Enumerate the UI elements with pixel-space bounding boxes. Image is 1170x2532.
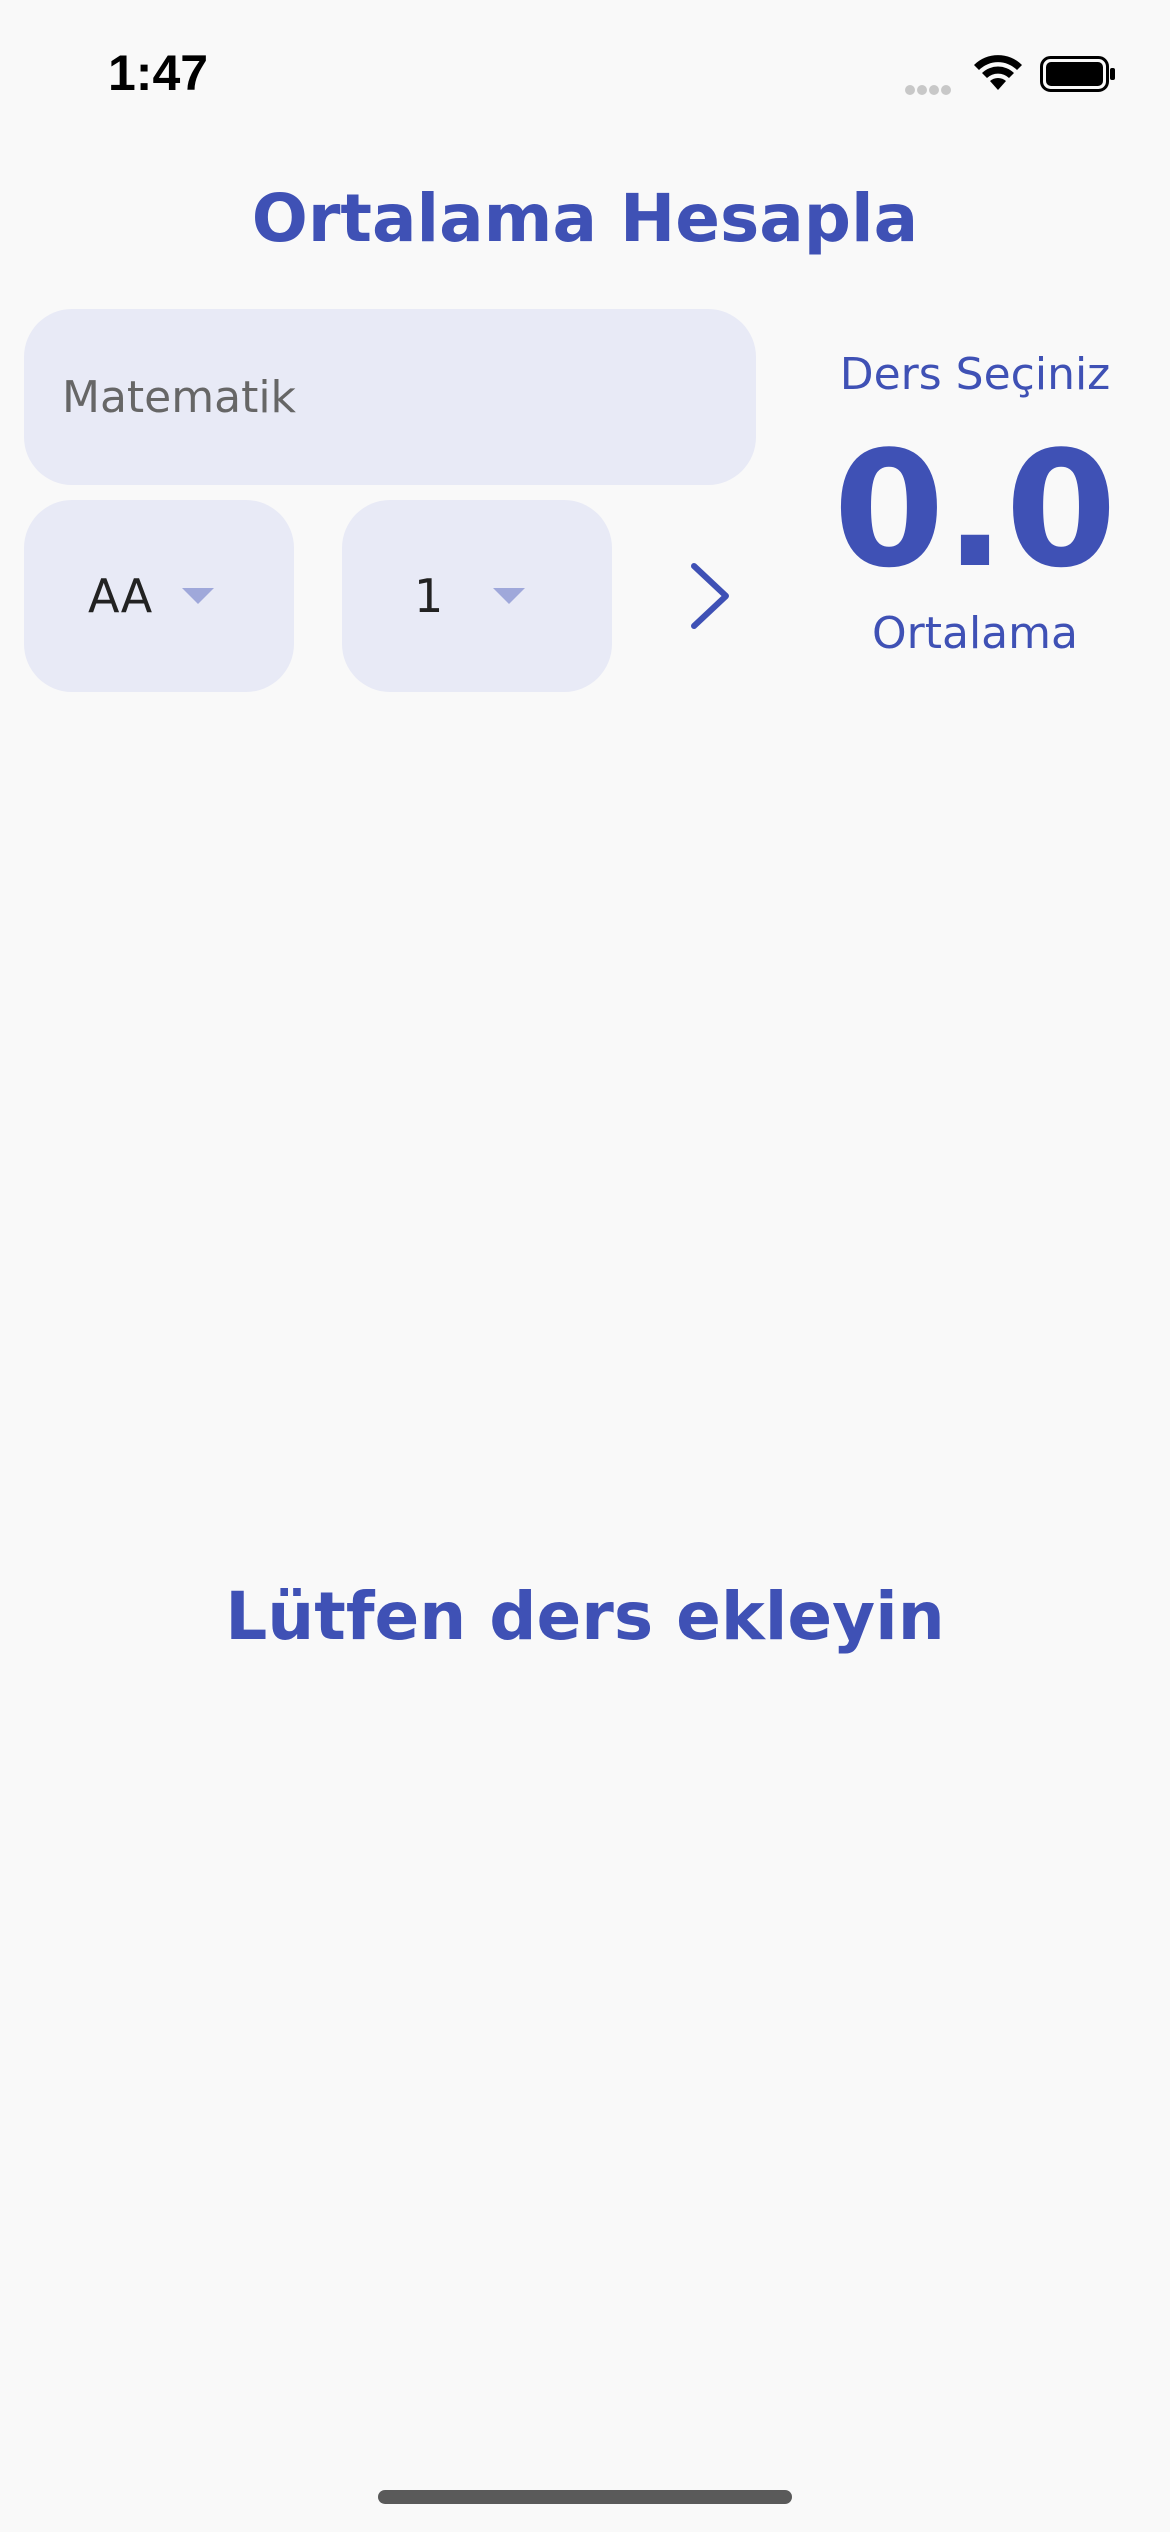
page-title: Ortalama Hesapla — [251, 180, 919, 257]
cellular-signal-icon — [905, 80, 961, 95]
summary-panel: Ders Seçiniz — [800, 340, 1150, 410]
chevron-right-icon — [691, 563, 729, 629]
course-name-placeholder: Matematik — [62, 371, 297, 423]
battery-icon — [1040, 56, 1115, 92]
status-bar: 1:47 — [0, 0, 1170, 140]
caret-down-icon — [182, 588, 215, 604]
wifi-icon — [974, 55, 1022, 90]
home-indicator[interactable] — [378, 2490, 792, 2504]
credit-dropdown[interactable]: 1 — [342, 500, 612, 692]
caret-down-icon — [493, 588, 526, 604]
empty-list-message: Lütfen ders ekleyin — [225, 1578, 945, 1655]
add-course-button[interactable] — [672, 556, 744, 636]
grade-dropdown[interactable]: AA — [24, 500, 294, 692]
credit-dropdown-value: 1 — [414, 569, 444, 623]
grade-dropdown-value: AA — [88, 569, 153, 623]
course-name-input[interactable]: Matematik — [24, 309, 756, 485]
select-course-label: Ders Seçiniz — [839, 349, 1111, 400]
average-label: Ortalama — [872, 608, 1078, 659]
average-value: 0.0 — [833, 416, 1117, 603]
status-time: 1:47 — [108, 45, 209, 101]
